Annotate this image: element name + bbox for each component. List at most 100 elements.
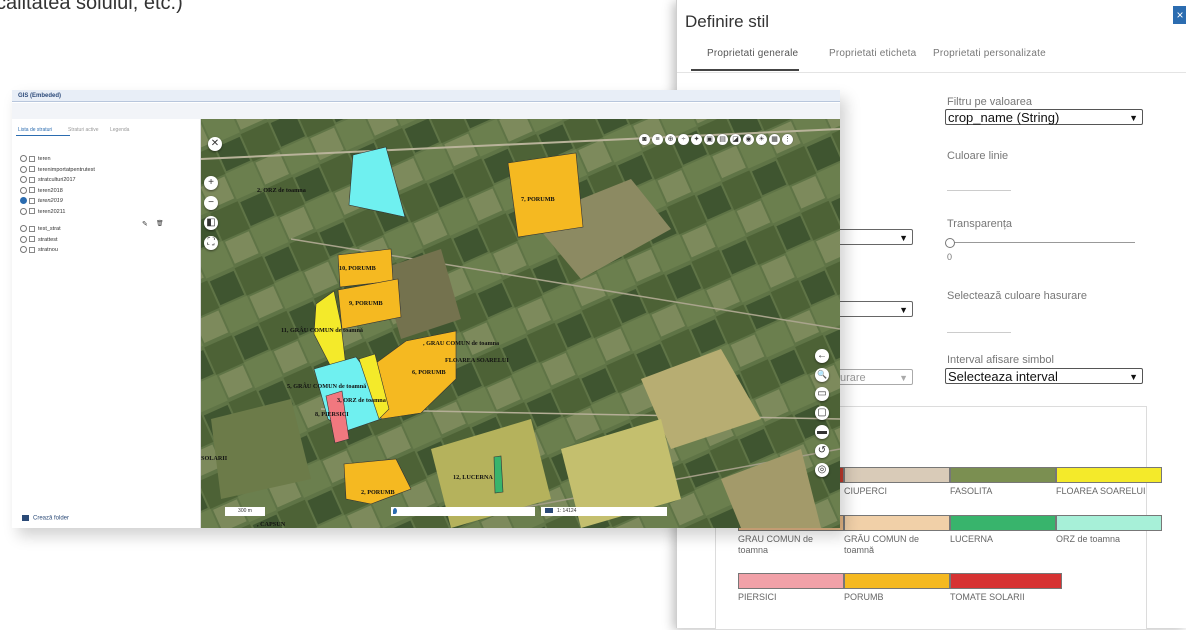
layer-item[interactable]: teren2019 bbox=[20, 197, 63, 206]
history-icon[interactable]: ↺ bbox=[815, 444, 829, 458]
tab-layer-list[interactable]: Lista de straturi bbox=[18, 127, 52, 133]
trash-icon[interactable]: 🗑 bbox=[156, 220, 164, 227]
legend-swatch[interactable] bbox=[950, 515, 1056, 531]
layer-item[interactable]: terenimportatpentrutest bbox=[20, 165, 95, 175]
close-map-button[interactable]: ✕ bbox=[208, 137, 222, 151]
layer-item[interactable]: stratnou bbox=[20, 246, 58, 255]
legend-swatch[interactable] bbox=[738, 573, 844, 589]
layer-item[interactable]: strattest bbox=[20, 235, 58, 245]
parcel-label: 6, PORUMB bbox=[412, 369, 446, 376]
layer-radio[interactable] bbox=[20, 197, 27, 205]
list-icon[interactable]: ≡ bbox=[652, 134, 663, 145]
export-icon[interactable]: ▦ bbox=[769, 134, 780, 145]
layer-name: stratnou bbox=[38, 247, 58, 253]
legend-swatch[interactable] bbox=[1056, 467, 1162, 483]
symbol-interval-value: Selecteaza interval bbox=[948, 369, 1058, 384]
scale-ratio-box[interactable]: 1: 14124 bbox=[541, 507, 667, 516]
layers-icon[interactable]: ▣ bbox=[704, 134, 715, 145]
layer-item[interactable]: teren20211 bbox=[20, 207, 65, 217]
ruler-icon[interactable]: ▭ bbox=[815, 387, 829, 401]
locate-icon[interactable]: ◎ bbox=[815, 463, 829, 477]
parcel-label: 7, PORUMB bbox=[521, 196, 555, 203]
line-color-label: Culoare linie bbox=[947, 150, 1009, 162]
tab-general-properties[interactable]: Proprietati generale bbox=[707, 48, 798, 59]
chevron-down-icon: ▼ bbox=[899, 233, 908, 243]
dialog-tabs: Proprietati generale Proprietati etichet… bbox=[677, 36, 1186, 73]
tab-active-layers[interactable]: Straturi active bbox=[68, 127, 99, 133]
transparency-slider-handle[interactable] bbox=[945, 238, 955, 248]
layer-radio[interactable] bbox=[20, 235, 27, 243]
active-tab-indicator bbox=[691, 69, 799, 71]
layer-radio[interactable] bbox=[20, 155, 27, 163]
symbol-interval-select[interactable]: Selecteaza interval ▼ bbox=[945, 368, 1143, 384]
layer-radio[interactable] bbox=[20, 176, 27, 184]
close-icon[interactable]: × bbox=[1173, 6, 1186, 24]
legend-swatch[interactable] bbox=[950, 467, 1056, 483]
zoom-out-button[interactable]: − bbox=[204, 196, 218, 210]
layer-checkbox[interactable] bbox=[29, 208, 35, 215]
parcel-label: 11, GRÂU COMUN de toamnă bbox=[281, 327, 363, 334]
layer-checkbox[interactable] bbox=[29, 176, 35, 183]
layer-checkbox[interactable] bbox=[29, 155, 35, 162]
layer-radio[interactable] bbox=[20, 165, 27, 173]
coordinate-box[interactable] bbox=[391, 507, 535, 516]
draw-icon[interactable]: ✦ bbox=[691, 134, 702, 145]
legend-swatch[interactable] bbox=[844, 515, 950, 531]
tab-label-properties[interactable]: Proprietati eticheta bbox=[829, 48, 916, 59]
scale-bar: 300 m bbox=[225, 507, 265, 516]
more-icon[interactable]: ⋮ bbox=[782, 134, 793, 145]
parcel-label: FLOAREA SOARELUI bbox=[445, 357, 509, 364]
zoom-box-icon[interactable]: ▢ bbox=[815, 406, 829, 420]
chevron-down-icon: ▼ bbox=[1129, 372, 1138, 382]
legend-label: CIUPERCI bbox=[844, 486, 888, 496]
tab-legend[interactable]: Legenda bbox=[110, 127, 129, 133]
layer-radio[interactable] bbox=[20, 225, 27, 233]
parcel-label: 12, LUCERNA bbox=[453, 474, 493, 481]
select-icon[interactable]: ◪ bbox=[730, 134, 741, 145]
hatch-color-field[interactable] bbox=[947, 332, 1011, 333]
layer-checkbox[interactable] bbox=[29, 197, 35, 204]
search-icon[interactable]: 🔍 bbox=[815, 368, 829, 382]
layer-item[interactable]: teren2018 bbox=[20, 186, 63, 196]
screen-icon[interactable]: ▬ bbox=[815, 425, 829, 439]
layer-sidebar: Lista de straturi Straturi active Legend… bbox=[12, 119, 201, 528]
info-icon[interactable]: ◉ bbox=[743, 134, 754, 145]
layer-radio[interactable] bbox=[20, 186, 27, 194]
transparency-slider-track[interactable] bbox=[947, 242, 1135, 243]
layer-item[interactable]: stratculturi2017 bbox=[20, 176, 76, 185]
line-color-field[interactable] bbox=[947, 190, 1011, 191]
filter-select[interactable]: crop_name (String) ▼ bbox=[945, 109, 1143, 125]
parcel-label: 10, PORUMB bbox=[339, 265, 376, 272]
edit-icon[interactable]: ✎ bbox=[142, 220, 148, 228]
layer-checkbox[interactable] bbox=[29, 225, 35, 232]
measure-icon[interactable]: ÷ bbox=[678, 134, 689, 145]
legend-swatch[interactable] bbox=[950, 573, 1062, 589]
tab-custom-properties[interactable]: Proprietati personalizate bbox=[933, 48, 1046, 59]
gis-window: GIS (Embeded) Lista de straturi Straturi… bbox=[12, 90, 840, 528]
legend-swatch[interactable] bbox=[844, 467, 950, 483]
create-folder-button[interactable]: Crează folder bbox=[22, 515, 69, 522]
layer-checkbox[interactable] bbox=[29, 236, 35, 243]
layer-item[interactable]: test_strat bbox=[20, 225, 61, 234]
zoom-in-button[interactable]: + bbox=[204, 176, 218, 190]
map-view[interactable]: 2, ORZ de toamna 7, PORUMB 10, PORUMB 9,… bbox=[201, 119, 840, 528]
parcel-label: 8, PIERSICI bbox=[315, 411, 349, 418]
legend-label: ORZ de toamna bbox=[1056, 534, 1121, 544]
filter-label: Filtru pe valoarea bbox=[947, 96, 1032, 108]
sun-icon[interactable]: ☀ bbox=[756, 134, 767, 145]
layer-checkbox[interactable] bbox=[29, 166, 35, 173]
pan-button[interactable]: ◧ bbox=[204, 216, 218, 230]
layer-checkbox[interactable] bbox=[29, 187, 35, 194]
gps-icon[interactable]: ⊕ bbox=[665, 134, 676, 145]
legend-swatch[interactable] bbox=[844, 573, 950, 589]
fullscreen-button[interactable]: ⛶ bbox=[204, 236, 218, 250]
layer-radio[interactable] bbox=[20, 207, 27, 215]
layer-item[interactable]: teren bbox=[20, 155, 51, 164]
filter-select-value: crop_name (String) bbox=[948, 110, 1060, 125]
print-icon[interactable]: ▤ bbox=[717, 134, 728, 145]
legend-swatch[interactable] bbox=[1056, 515, 1162, 531]
back-arrow-icon[interactable]: ← bbox=[815, 349, 829, 363]
camera-icon[interactable]: ◙ bbox=[639, 134, 650, 145]
layer-radio[interactable] bbox=[20, 246, 27, 254]
layer-checkbox[interactable] bbox=[29, 246, 35, 253]
